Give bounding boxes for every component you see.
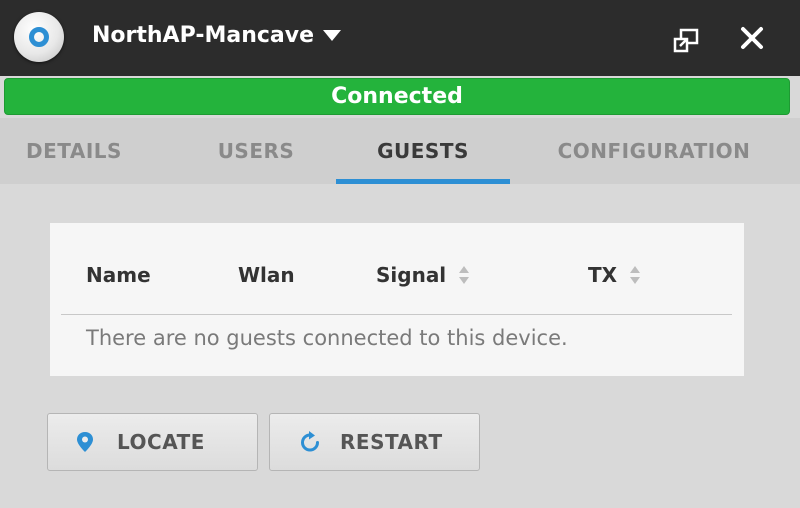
restart-button[interactable]: RESTART bbox=[269, 413, 480, 471]
restart-icon bbox=[301, 431, 319, 452]
map-pin-icon bbox=[77, 432, 93, 452]
column-header-name: Name bbox=[86, 263, 151, 287]
column-header-signal[interactable]: Signal bbox=[376, 263, 470, 287]
locate-button[interactable]: LOCATE bbox=[47, 413, 258, 471]
tab-users[interactable]: USERS bbox=[200, 118, 312, 184]
sort-icon[interactable] bbox=[458, 264, 470, 286]
column-header-tx[interactable]: TX bbox=[588, 263, 641, 287]
column-label: Wlan bbox=[238, 263, 295, 287]
device-selector[interactable]: NorthAP-Mancave bbox=[92, 23, 341, 48]
close-icon[interactable] bbox=[738, 24, 766, 52]
locate-label: LOCATE bbox=[117, 430, 205, 454]
tab-details[interactable]: DETAILS bbox=[20, 118, 128, 184]
empty-state-message: There are no guests connected to this de… bbox=[86, 326, 568, 350]
device-logo-icon bbox=[14, 12, 64, 62]
caret-down-icon bbox=[323, 30, 341, 41]
status-badge: Connected bbox=[4, 78, 790, 115]
column-header-wlan: Wlan bbox=[238, 263, 295, 287]
tab-configuration[interactable]: CONFIGURATION bbox=[540, 118, 768, 184]
popout-icon[interactable] bbox=[672, 27, 700, 55]
panel-header: NorthAP-Mancave bbox=[0, 0, 800, 76]
sort-icon[interactable] bbox=[629, 264, 641, 286]
restart-label: RESTART bbox=[340, 430, 443, 454]
table-divider bbox=[61, 314, 732, 315]
guests-table: Name Wlan Signal TX There are no guests … bbox=[50, 223, 744, 376]
column-label: Signal bbox=[376, 263, 447, 287]
column-label: Name bbox=[86, 263, 151, 287]
device-name: NorthAP-Mancave bbox=[92, 23, 314, 48]
tab-guests[interactable]: GUESTS bbox=[336, 118, 510, 184]
column-label: TX bbox=[588, 263, 618, 287]
tab-bar: DETAILS USERS GUESTS CONFIGURATION bbox=[0, 118, 800, 184]
